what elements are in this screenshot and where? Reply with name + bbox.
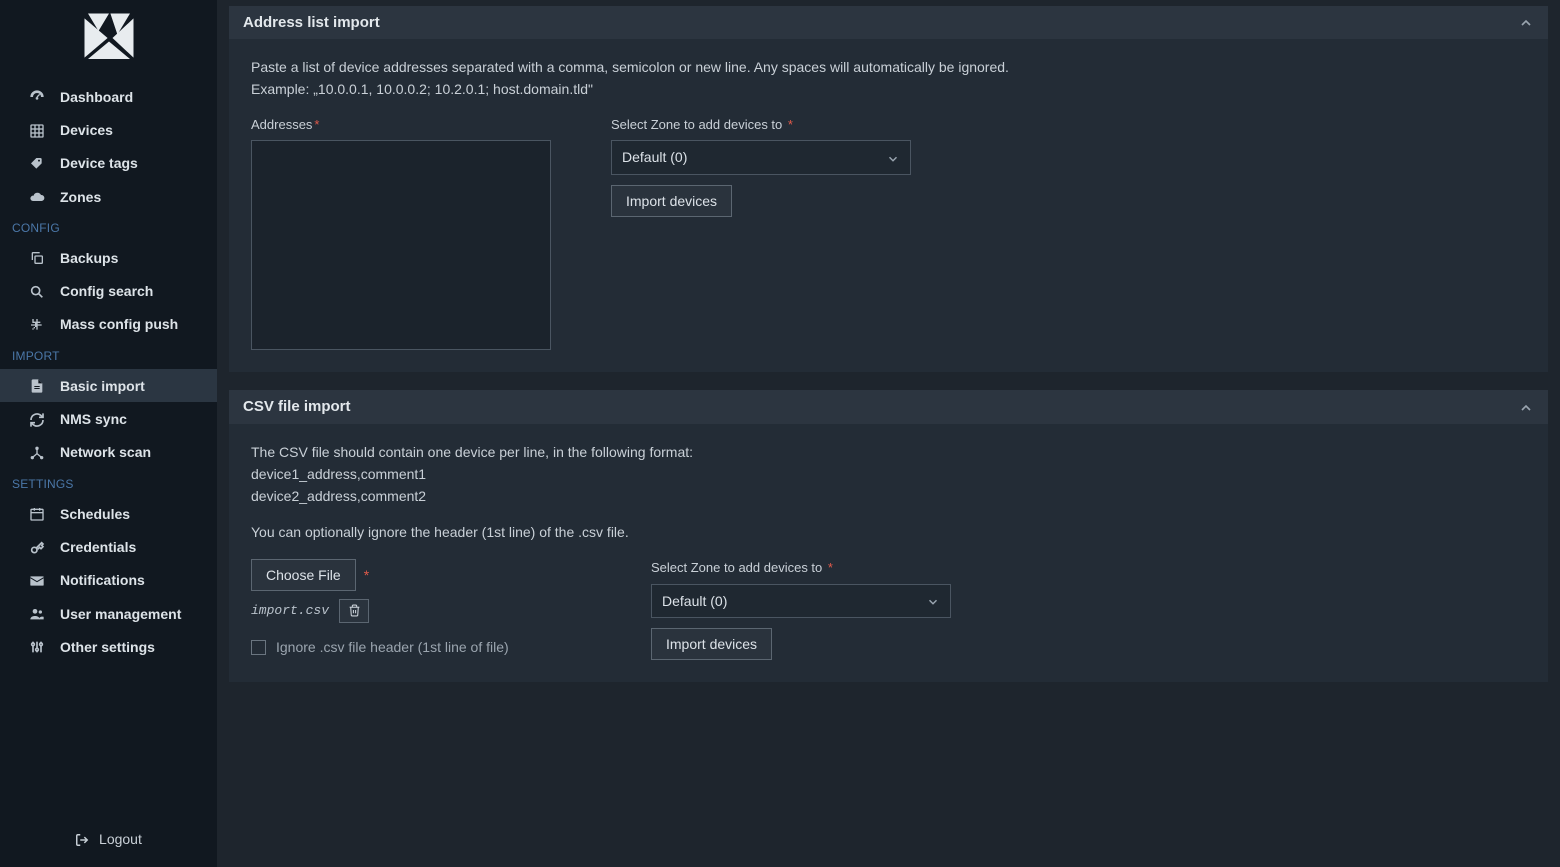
panel-csv-import-header[interactable]: CSV file import: [229, 390, 1548, 423]
chevron-down-icon: [886, 147, 900, 167]
sidebar-item-label: User management: [60, 606, 181, 622]
logout-icon: [75, 831, 93, 847]
panel-title: CSV file import: [243, 398, 351, 415]
sync-icon: [28, 410, 46, 427]
sidebar-item-label: Dashboard: [60, 89, 133, 105]
sidebar: DashboardDevicesDevice tagsZones CONFIG …: [0, 0, 217, 867]
sidebar-item-label: Network scan: [60, 444, 151, 460]
panel-address-import-header[interactable]: Address list import: [229, 6, 1548, 39]
cloud-icon: [28, 188, 46, 205]
sidebar-item-device-tags[interactable]: Device tags: [0, 147, 217, 180]
chevron-down-icon: [926, 591, 940, 611]
sidebar-item-dashboard[interactable]: Dashboard: [0, 80, 217, 113]
panel-csv-import-body: The CSV file should contain one device p…: [229, 424, 1548, 683]
sidebar-item-devices[interactable]: Devices: [0, 113, 217, 146]
sidebar-item-label: Backups: [60, 250, 118, 266]
address-desc-1: Paste a list of device addresses separat…: [251, 57, 1526, 77]
sidebar-item-label: Schedules: [60, 506, 130, 522]
sidebar-item-label: Credentials: [60, 539, 136, 555]
panel-address-import: Address list import Paste a list of devi…: [229, 6, 1548, 372]
sidebar-item-zones[interactable]: Zones: [0, 180, 217, 213]
sidebar-item-label: Config search: [60, 283, 153, 299]
sidebar-item-other-settings[interactable]: Other settings: [0, 630, 217, 663]
zone-select-csv-value: Default (0): [662, 591, 727, 611]
sidebar-item-label: Basic import: [60, 378, 145, 394]
sidebar-item-label: NMS sync: [60, 411, 127, 427]
sidebar-item-label: Zones: [60, 189, 101, 205]
sidebar-item-label: Mass config push: [60, 316, 178, 332]
chevron-up-icon: [1518, 398, 1534, 415]
tags-icon: [28, 155, 46, 172]
logout-label: Logout: [99, 831, 142, 847]
address-desc-2: Example: „10.0.0.1, 10.0.0.2; 10.2.0.1; …: [251, 79, 1526, 99]
choose-file-button[interactable]: Choose File: [251, 559, 356, 591]
selected-file-name: import.csv: [251, 602, 329, 621]
import-devices-button[interactable]: Import devices: [611, 185, 732, 217]
sidebar-item-schedules[interactable]: Schedules: [0, 497, 217, 530]
sidebar-item-backups[interactable]: Backups: [0, 241, 217, 274]
csv-desc-4: You can optionally ignore the header (1s…: [251, 522, 1526, 542]
users-icon: [28, 605, 46, 622]
main-content: Address list import Paste a list of devi…: [217, 0, 1560, 867]
sidebar-item-basic-import[interactable]: Basic import: [0, 369, 217, 402]
puzzle-icon: [28, 316, 46, 333]
grid-icon: [28, 121, 46, 138]
sidebar-item-user-management[interactable]: User management: [0, 597, 217, 630]
nav-section-import: IMPORT: [0, 341, 217, 369]
sidebar-item-network-scan[interactable]: Network scan: [0, 436, 217, 469]
logout-link[interactable]: Logout: [0, 817, 217, 867]
sidebar-item-config-search[interactable]: Config search: [0, 274, 217, 307]
sidebar-item-label: Notifications: [60, 572, 145, 588]
csv-desc-3: device2_address,comment2: [251, 486, 1526, 506]
csv-desc-1: The CSV file should contain one device p…: [251, 442, 1526, 462]
nav: DashboardDevicesDevice tagsZones CONFIG …: [0, 80, 217, 817]
panel-csv-import: CSV file import The CSV file should cont…: [229, 390, 1548, 682]
panel-title: Address list import: [243, 14, 380, 31]
addresses-label: Addresses*: [251, 116, 551, 135]
zone-select-value: Default (0): [622, 147, 687, 167]
file-icon: [28, 377, 46, 394]
sidebar-item-mass-config-push[interactable]: Mass config push: [0, 308, 217, 341]
sidebar-item-credentials[interactable]: Credentials: [0, 530, 217, 563]
dashboard-icon: [28, 88, 46, 105]
network-icon: [28, 444, 46, 461]
ignore-header-checkbox[interactable]: [251, 640, 266, 655]
zone-label: Select Zone to add devices to *: [611, 116, 911, 135]
sidebar-item-label: Device tags: [60, 155, 138, 171]
chevron-up-icon: [1518, 14, 1534, 31]
zone-select[interactable]: Default (0): [611, 140, 911, 174]
mail-icon: [28, 572, 46, 589]
csv-desc-2: device1_address,comment1: [251, 464, 1526, 484]
calendar-icon: [28, 505, 46, 522]
zone-select-csv[interactable]: Default (0): [651, 584, 951, 618]
copy-icon: [28, 249, 46, 266]
import-devices-csv-button[interactable]: Import devices: [651, 628, 772, 660]
key-icon: [28, 538, 46, 555]
sidebar-item-notifications[interactable]: Notifications: [0, 564, 217, 597]
sliders-icon: [28, 638, 46, 655]
ignore-header-label: Ignore .csv file header (1st line of fil…: [276, 637, 509, 657]
nav-section-config: CONFIG: [0, 213, 217, 241]
sidebar-item-label: Other settings: [60, 639, 155, 655]
nav-section-settings: SETTINGS: [0, 469, 217, 497]
app-logo[interactable]: [0, 0, 217, 80]
delete-file-button[interactable]: [339, 599, 369, 623]
search-icon: [28, 282, 46, 299]
sidebar-item-nms-sync[interactable]: NMS sync: [0, 402, 217, 435]
sidebar-item-label: Devices: [60, 122, 113, 138]
trash-icon: [348, 604, 361, 617]
zone-label-csv: Select Zone to add devices to *: [651, 559, 951, 578]
addresses-textarea[interactable]: [251, 140, 551, 350]
logo-icon: [74, 8, 144, 68]
panel-address-import-body: Paste a list of device addresses separat…: [229, 39, 1548, 372]
